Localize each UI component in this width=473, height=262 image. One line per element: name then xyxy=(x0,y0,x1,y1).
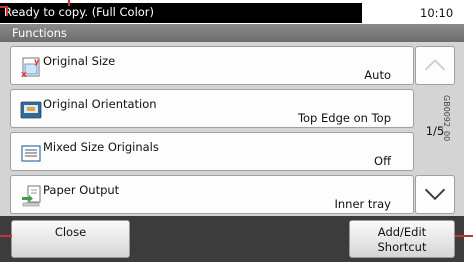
function-row-original-orientation[interactable]: Original Orientation Top Edge on Top xyxy=(10,89,414,128)
svg-text:y: y xyxy=(34,57,40,66)
functions-panel: x y Original Size Auto Original Orientat… xyxy=(0,42,464,216)
function-value: Top Edge on Top xyxy=(297,111,391,125)
function-label: Original Orientation xyxy=(43,97,157,111)
chevron-down-icon xyxy=(424,188,446,201)
add-edit-shortcut-button[interactable]: Add/Edit Shortcut xyxy=(349,220,455,258)
callout-line-top xyxy=(68,0,70,6)
figure-code: GB0092_00 xyxy=(442,95,451,142)
function-label: Paper Output xyxy=(43,183,120,197)
paper-output-icon xyxy=(22,185,41,207)
original-orientation-icon xyxy=(20,101,42,119)
bottom-bar: Close Add/Edit Shortcut xyxy=(0,216,464,262)
callout-line-close xyxy=(0,235,12,237)
function-value: Inner tray xyxy=(334,197,391,211)
status-message: Ready to copy. (Full Color) xyxy=(0,3,362,23)
function-value: Auto xyxy=(364,68,391,82)
function-row-mixed-size-originals[interactable]: Mixed Size Originals Off xyxy=(10,132,414,171)
copier-screen: Ready to copy. (Full Color) 10:10 Functi… xyxy=(0,0,473,262)
original-size-icon: x y xyxy=(21,57,40,79)
function-row-paper-output[interactable]: Paper Output Inner tray xyxy=(10,175,414,214)
function-label: Original Size xyxy=(43,54,116,68)
callout-line-shortcut xyxy=(455,235,473,237)
scroll-up-button[interactable] xyxy=(415,46,455,85)
status-time: 10:10 xyxy=(420,6,454,20)
mixed-size-originals-icon xyxy=(21,145,41,162)
svg-text:x: x xyxy=(21,70,27,79)
status-bar: Ready to copy. (Full Color) 10:10 xyxy=(0,0,473,24)
add-edit-label-line1: Add/Edit xyxy=(377,225,427,239)
add-edit-label-line2: Shortcut xyxy=(377,240,427,254)
callout-line-status-vertical xyxy=(6,6,8,16)
function-value: Off xyxy=(374,154,391,168)
scroll-down-button[interactable] xyxy=(415,175,455,214)
function-label: Mixed Size Originals xyxy=(43,140,159,154)
close-button[interactable]: Close xyxy=(11,220,130,258)
function-row-original-size[interactable]: x y Original Size Auto xyxy=(10,46,414,85)
page-title: Functions xyxy=(0,24,464,42)
chevron-up-icon xyxy=(424,58,446,71)
